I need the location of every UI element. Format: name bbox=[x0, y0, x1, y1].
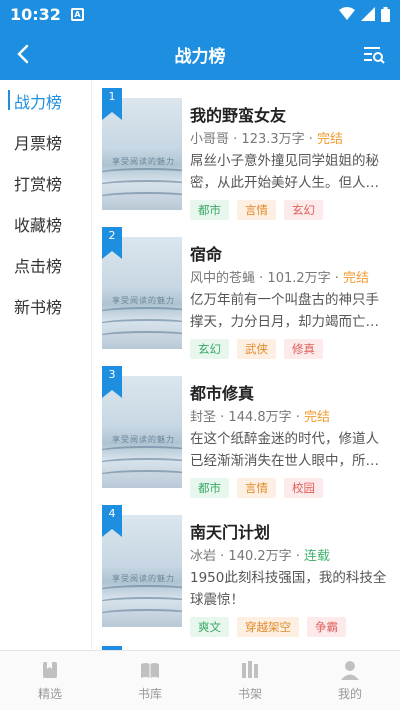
sidebar-item-label: 打赏榜 bbox=[14, 174, 63, 194]
sidebar-item-label: 新书榜 bbox=[14, 297, 63, 317]
book-description: 屌丝小子意外撞见同学姐姐的秘密，从此开始美好人生。但人… bbox=[190, 153, 379, 191]
book-status: 完结 bbox=[317, 132, 344, 147]
battery-icon bbox=[381, 6, 390, 22]
tag[interactable]: 都市 bbox=[190, 478, 229, 498]
book-meta: 封圣 · 144.8万字 · 完结 bbox=[190, 410, 331, 425]
book-item[interactable]: 享受阅读的魅力 3 都市修真 封圣 · 144.8万字 · 完结 在这个纸醉金迷… bbox=[102, 366, 392, 498]
book-author: 冰岩 bbox=[190, 549, 217, 564]
tag[interactable]: 穿越架空 bbox=[237, 617, 299, 637]
tag[interactable]: 修真 bbox=[284, 339, 323, 359]
status-bar: 10:32 A bbox=[0, 0, 400, 28]
page-title: 战力榜 bbox=[174, 46, 226, 67]
book-status: 完结 bbox=[343, 271, 370, 286]
book-list: 享受阅读的魅力 1 我的野蛮女友 小哥哥 · 123.3万字 · 完结 屌丝小子… bbox=[92, 80, 400, 650]
bookshelf-icon bbox=[242, 661, 258, 678]
status-time: 10:32 bbox=[10, 4, 61, 24]
cover-text: 享受阅读的魅力 bbox=[112, 574, 175, 583]
book-author: 风中的苍蝇 bbox=[190, 271, 256, 286]
book-item[interactable]: 享受阅读的魅力 4 南天门计划 冰岩 · 140.2万字 · 连载 1950此刻… bbox=[102, 505, 392, 637]
tab-label: 书架 bbox=[237, 687, 262, 701]
book-word-count: 123.3万字 bbox=[241, 132, 305, 147]
library-icon bbox=[141, 663, 159, 678]
wifi-icon bbox=[339, 7, 355, 20]
sidebar-item-label: 月票榜 bbox=[14, 133, 63, 153]
sidebar-item-label: 收藏榜 bbox=[14, 215, 63, 235]
sidebar-item-favorite-rank[interactable]: 收藏榜 bbox=[0, 203, 91, 244]
app-bar: 战力榜 bbox=[0, 28, 400, 80]
sidebar-item-power-rank[interactable]: 战力榜 bbox=[0, 80, 91, 121]
featured-icon bbox=[43, 662, 57, 678]
tab-bookshelf[interactable]: 书架 bbox=[200, 651, 300, 710]
book-item[interactable]: 享受阅读的魅力 1 我的野蛮女友 小哥哥 · 123.3万字 · 完结 屌丝小子… bbox=[102, 88, 392, 220]
book-status: 连载 bbox=[304, 549, 331, 564]
profile-icon bbox=[341, 661, 359, 680]
book-title: 南天门计划 bbox=[190, 523, 271, 542]
cover-text: 享受阅读的魅力 bbox=[112, 435, 175, 444]
rank-badge: 4 bbox=[102, 505, 122, 537]
book-meta: 冰岩 · 140.2万字 · 连载 bbox=[190, 549, 331, 564]
book-tags: 都市 言情 玄幻 bbox=[190, 200, 323, 220]
tab-featured[interactable]: 精选 bbox=[0, 651, 100, 710]
book-title: 都市修真 bbox=[190, 384, 255, 403]
sidebar-item-new-book-rank[interactable]: 新书榜 bbox=[0, 285, 91, 326]
book-tags: 玄幻 武侠 修真 bbox=[190, 339, 323, 359]
book-status: 完结 bbox=[304, 410, 331, 425]
tag[interactable]: 玄幻 bbox=[284, 200, 323, 220]
book-meta: 风中的苍蝇 · 101.2万字 · 完结 bbox=[190, 271, 370, 286]
book-tags: 都市 言情 校园 bbox=[190, 478, 323, 498]
tag[interactable]: 爽文 bbox=[190, 617, 229, 637]
rank-badge: 1 bbox=[102, 88, 122, 120]
cover-text: 享受阅读的魅力 bbox=[112, 296, 175, 305]
tab-profile[interactable]: 我的 bbox=[300, 651, 400, 710]
book-tags: 爽文 穿越架空 争霸 bbox=[190, 617, 346, 637]
tab-label: 书库 bbox=[137, 687, 162, 701]
book-item[interactable]: 享受阅读的魅力 2 宿命 风中的苍蝇 · 101.2万字 · 完结 亿万年前有一… bbox=[102, 227, 392, 359]
book-description: 在这个纸醉金迷的时代，修道人已经渐渐消失在世人眼中，所… bbox=[190, 431, 379, 469]
book-word-count: 101.2万字 bbox=[267, 271, 331, 286]
book-meta: 小哥哥 · 123.3万字 · 完结 bbox=[190, 132, 344, 147]
filter-list-icon[interactable] bbox=[360, 40, 388, 68]
tab-label: 精选 bbox=[37, 687, 62, 701]
rank-badge: 3 bbox=[102, 366, 122, 398]
sidebar-item-monthly-ticket-rank[interactable]: 月票榜 bbox=[0, 121, 91, 162]
status-icons bbox=[339, 6, 390, 22]
sidebar-item-click-rank[interactable]: 点击榜 bbox=[0, 244, 91, 285]
app-notification-icon: A bbox=[70, 7, 84, 21]
book-title: 宿命 bbox=[190, 245, 223, 264]
sidebar-item-reward-rank[interactable]: 打赏榜 bbox=[0, 162, 91, 203]
tag[interactable]: 武侠 bbox=[237, 339, 276, 359]
ranking-sidebar: 战力榜 月票榜 打赏榜 收藏榜 点击榜 新书榜 bbox=[0, 80, 92, 650]
book-author: 封圣 bbox=[190, 410, 217, 425]
signal-icon bbox=[361, 7, 375, 21]
tag[interactable]: 都市 bbox=[190, 200, 229, 220]
tag[interactable]: 言情 bbox=[237, 200, 276, 220]
book-word-count: 140.2万字 bbox=[228, 549, 292, 564]
cover-text: 享受阅读的魅力 bbox=[112, 157, 175, 166]
book-description: 亿万年前有一个叫盘古的神只手撑天，力分日月，却力竭而亡… bbox=[190, 292, 379, 330]
tag[interactable]: 玄幻 bbox=[190, 339, 229, 359]
tag[interactable]: 争霸 bbox=[307, 617, 346, 637]
book-description: 1950此刻科技强国，我的科技全球震惊！ bbox=[190, 570, 387, 608]
tag[interactable]: 言情 bbox=[237, 478, 276, 498]
tag[interactable]: 校园 bbox=[284, 478, 323, 498]
book-author: 小哥哥 bbox=[190, 132, 230, 147]
bottom-tab-bar: 精选 书库 书架 我的 bbox=[0, 650, 400, 710]
sidebar-item-label: 点击榜 bbox=[14, 256, 63, 276]
book-word-count: 144.8万字 bbox=[228, 410, 292, 425]
rank-badge: 2 bbox=[102, 227, 122, 259]
tab-label: 我的 bbox=[337, 687, 362, 701]
tab-library[interactable]: 书库 bbox=[100, 651, 200, 710]
book-title: 我的野蛮女友 bbox=[190, 106, 287, 125]
back-arrow-icon[interactable] bbox=[10, 40, 38, 68]
sidebar-item-label: 战力榜 bbox=[14, 92, 63, 112]
